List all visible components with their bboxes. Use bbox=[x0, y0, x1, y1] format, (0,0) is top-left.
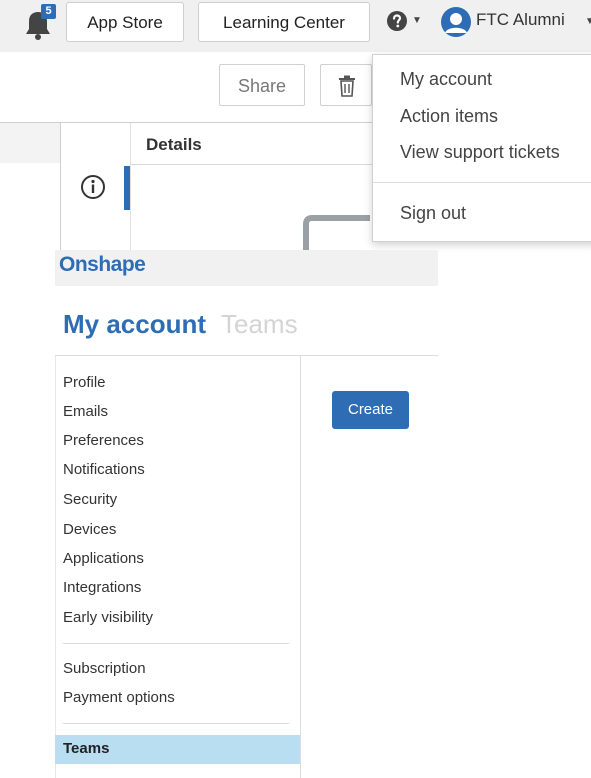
onshape-logo[interactable]: Onshape bbox=[59, 253, 146, 277]
divider bbox=[55, 356, 56, 778]
divider bbox=[300, 356, 301, 778]
delete-button[interactable] bbox=[320, 64, 372, 106]
create-button[interactable]: Create bbox=[332, 391, 409, 429]
share-button[interactable]: Share bbox=[219, 64, 305, 106]
sidebar-item-integrations[interactable]: Integrations bbox=[63, 579, 141, 596]
learning-center-button[interactable]: Learning Center bbox=[198, 2, 370, 42]
sidebar-item-profile[interactable]: Profile bbox=[63, 374, 106, 391]
help-caret-icon[interactable]: ▼ bbox=[412, 15, 422, 26]
active-tab-indicator bbox=[124, 166, 130, 210]
sidebar-divider bbox=[63, 643, 289, 644]
sidebar-item-early-visibility[interactable]: Early visibility bbox=[63, 609, 153, 626]
sidebar-item-devices[interactable]: Devices bbox=[63, 521, 116, 538]
sidebar-item-notifications[interactable]: Notifications bbox=[63, 461, 145, 478]
divider bbox=[130, 123, 131, 250]
sidebar-item-teams-label[interactable]: Teams bbox=[63, 740, 109, 757]
help-icon[interactable] bbox=[386, 10, 408, 32]
divider bbox=[60, 123, 61, 250]
menu-divider bbox=[373, 182, 591, 183]
trash-icon bbox=[339, 75, 355, 97]
tab-my-account[interactable]: My account bbox=[63, 309, 206, 340]
menu-item-my-account[interactable]: My account bbox=[400, 69, 492, 90]
app-store-button[interactable]: App Store bbox=[66, 2, 184, 42]
sidebar-item-preferences[interactable]: Preferences bbox=[63, 432, 144, 449]
sidebar-item-emails[interactable]: Emails bbox=[63, 403, 108, 420]
tab-teams[interactable]: Teams bbox=[221, 309, 298, 340]
menu-item-action-items[interactable]: Action items bbox=[400, 106, 498, 127]
sidebar-item-subscription[interactable]: Subscription bbox=[63, 660, 146, 677]
info-icon[interactable] bbox=[80, 174, 106, 200]
document-thumbnail-icon bbox=[303, 215, 370, 252]
menu-item-support-tickets[interactable]: View support tickets bbox=[400, 142, 560, 163]
panel-header-strip bbox=[0, 123, 60, 163]
sidebar-item-payment-options[interactable]: Payment options bbox=[63, 689, 175, 706]
details-heading: Details bbox=[146, 135, 202, 154]
menu-item-sign-out[interactable]: Sign out bbox=[400, 203, 466, 224]
avatar-icon[interactable] bbox=[440, 6, 472, 38]
divider bbox=[55, 355, 438, 356]
notification-badge: 5 bbox=[41, 4, 56, 19]
sidebar-item-applications[interactable]: Applications bbox=[63, 550, 144, 567]
user-name[interactable]: FTC Alumni bbox=[476, 10, 565, 30]
user-menu: My account Action items View support tic… bbox=[372, 54, 591, 242]
user-caret-icon[interactable]: ▼ bbox=[585, 16, 591, 27]
sidebar-item-security[interactable]: Security bbox=[63, 491, 117, 508]
sidebar-divider bbox=[63, 723, 289, 724]
divider bbox=[131, 164, 391, 165]
